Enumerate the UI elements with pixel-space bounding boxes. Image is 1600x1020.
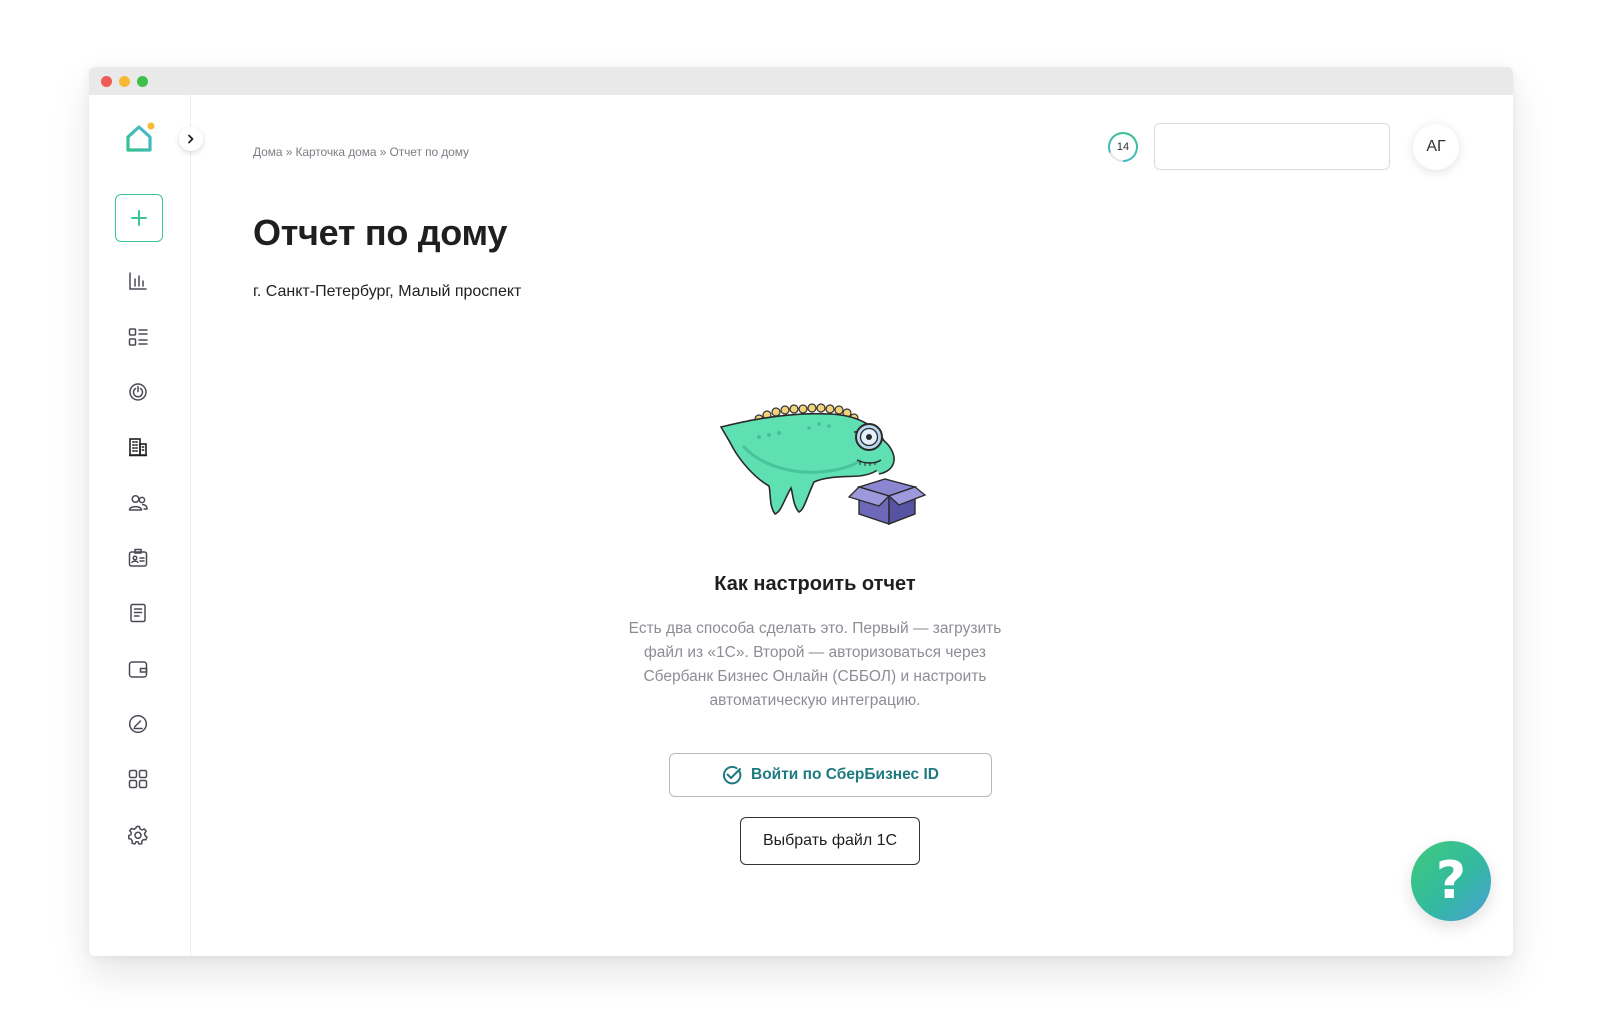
user-avatar[interactable]: АГ — [1413, 124, 1459, 170]
sidebar-item-apps[interactable] — [126, 767, 150, 791]
sidebar-item-people[interactable] — [126, 491, 150, 515]
analytics-icon — [129, 272, 147, 290]
sidebar-item-analytics[interactable] — [126, 269, 150, 293]
file-button-label: Выбрать файл 1С — [762, 832, 898, 849]
sidebar-expand-button[interactable] — [179, 127, 203, 151]
people-icon — [128, 494, 148, 511]
breadcrumb-separator: » — [285, 145, 293, 159]
dinosaur-illustration — [719, 402, 929, 532]
power-icon — [129, 383, 147, 401]
sber-business-id-login-button[interactable]: Войти по СберБизнес ID — [669, 753, 992, 797]
notification-count: 14 — [1116, 141, 1130, 153]
breadcrumb-link-houses[interactable]: Дома — [253, 145, 283, 159]
sidebar-item-documents[interactable] — [126, 601, 150, 625]
sidebar-item-power[interactable] — [126, 380, 150, 404]
help-button[interactable]: ? — [1411, 841, 1491, 921]
settings-icon — [128, 825, 148, 845]
sidebar — [89, 95, 203, 956]
choose-1c-file-button[interactable]: Выбрать файл 1С — [740, 817, 920, 865]
window-titlebar — [89, 67, 1513, 95]
document-icon — [130, 603, 146, 623]
window-minimize-button[interactable] — [119, 76, 130, 87]
empty-state-description: Есть два способа сделать это. Первый — з… — [628, 620, 1002, 709]
window-close-button[interactable] — [101, 76, 112, 87]
breadcrumb-link-house-card[interactable]: Карточка дома — [296, 145, 377, 159]
sber-button-label: Войти по СберБизнес ID — [751, 766, 939, 783]
speedometer-icon — [128, 714, 148, 734]
breadcrumb-current: Отчет по дому — [389, 145, 469, 159]
avatar-initials: АГ — [1426, 138, 1446, 155]
sidebar-item-speed[interactable] — [126, 712, 150, 736]
list-icon — [128, 328, 148, 346]
chevron-right-icon — [188, 134, 194, 144]
search-input[interactable] — [1154, 123, 1390, 170]
breadcrumb: Дома » Карточка дома » Отчет по дому — [253, 145, 469, 159]
house-address: г. Санкт-Петербург, Малый проспект — [253, 283, 522, 300]
building-icon — [129, 438, 147, 457]
sidebar-item-wallet[interactable] — [126, 657, 150, 681]
help-question-icon: ? — [1435, 851, 1467, 911]
wallet-icon — [128, 661, 148, 678]
sber-check-icon — [723, 765, 742, 785]
page-title: Отчет по дому — [253, 212, 508, 253]
sidebar-item-contacts[interactable] — [126, 546, 150, 570]
sidebar-item-buildings[interactable] — [126, 435, 150, 459]
breadcrumb-separator: » — [379, 145, 387, 159]
logo-house-icon[interactable] — [123, 122, 157, 156]
window-maximize-button[interactable] — [137, 76, 148, 87]
sidebar-item-settings[interactable] — [126, 823, 150, 847]
app-window: Дома » Карточка дома » Отчет по дому 14 … — [89, 67, 1513, 956]
id-card-icon — [128, 548, 148, 567]
plus-icon — [131, 210, 147, 226]
sidebar-item-list[interactable] — [126, 325, 150, 349]
empty-state-title: Как настроить отчет — [714, 573, 916, 595]
add-button[interactable] — [115, 194, 163, 242]
apps-icon — [128, 769, 148, 789]
notification-counter[interactable]: 14 — [1107, 131, 1139, 163]
